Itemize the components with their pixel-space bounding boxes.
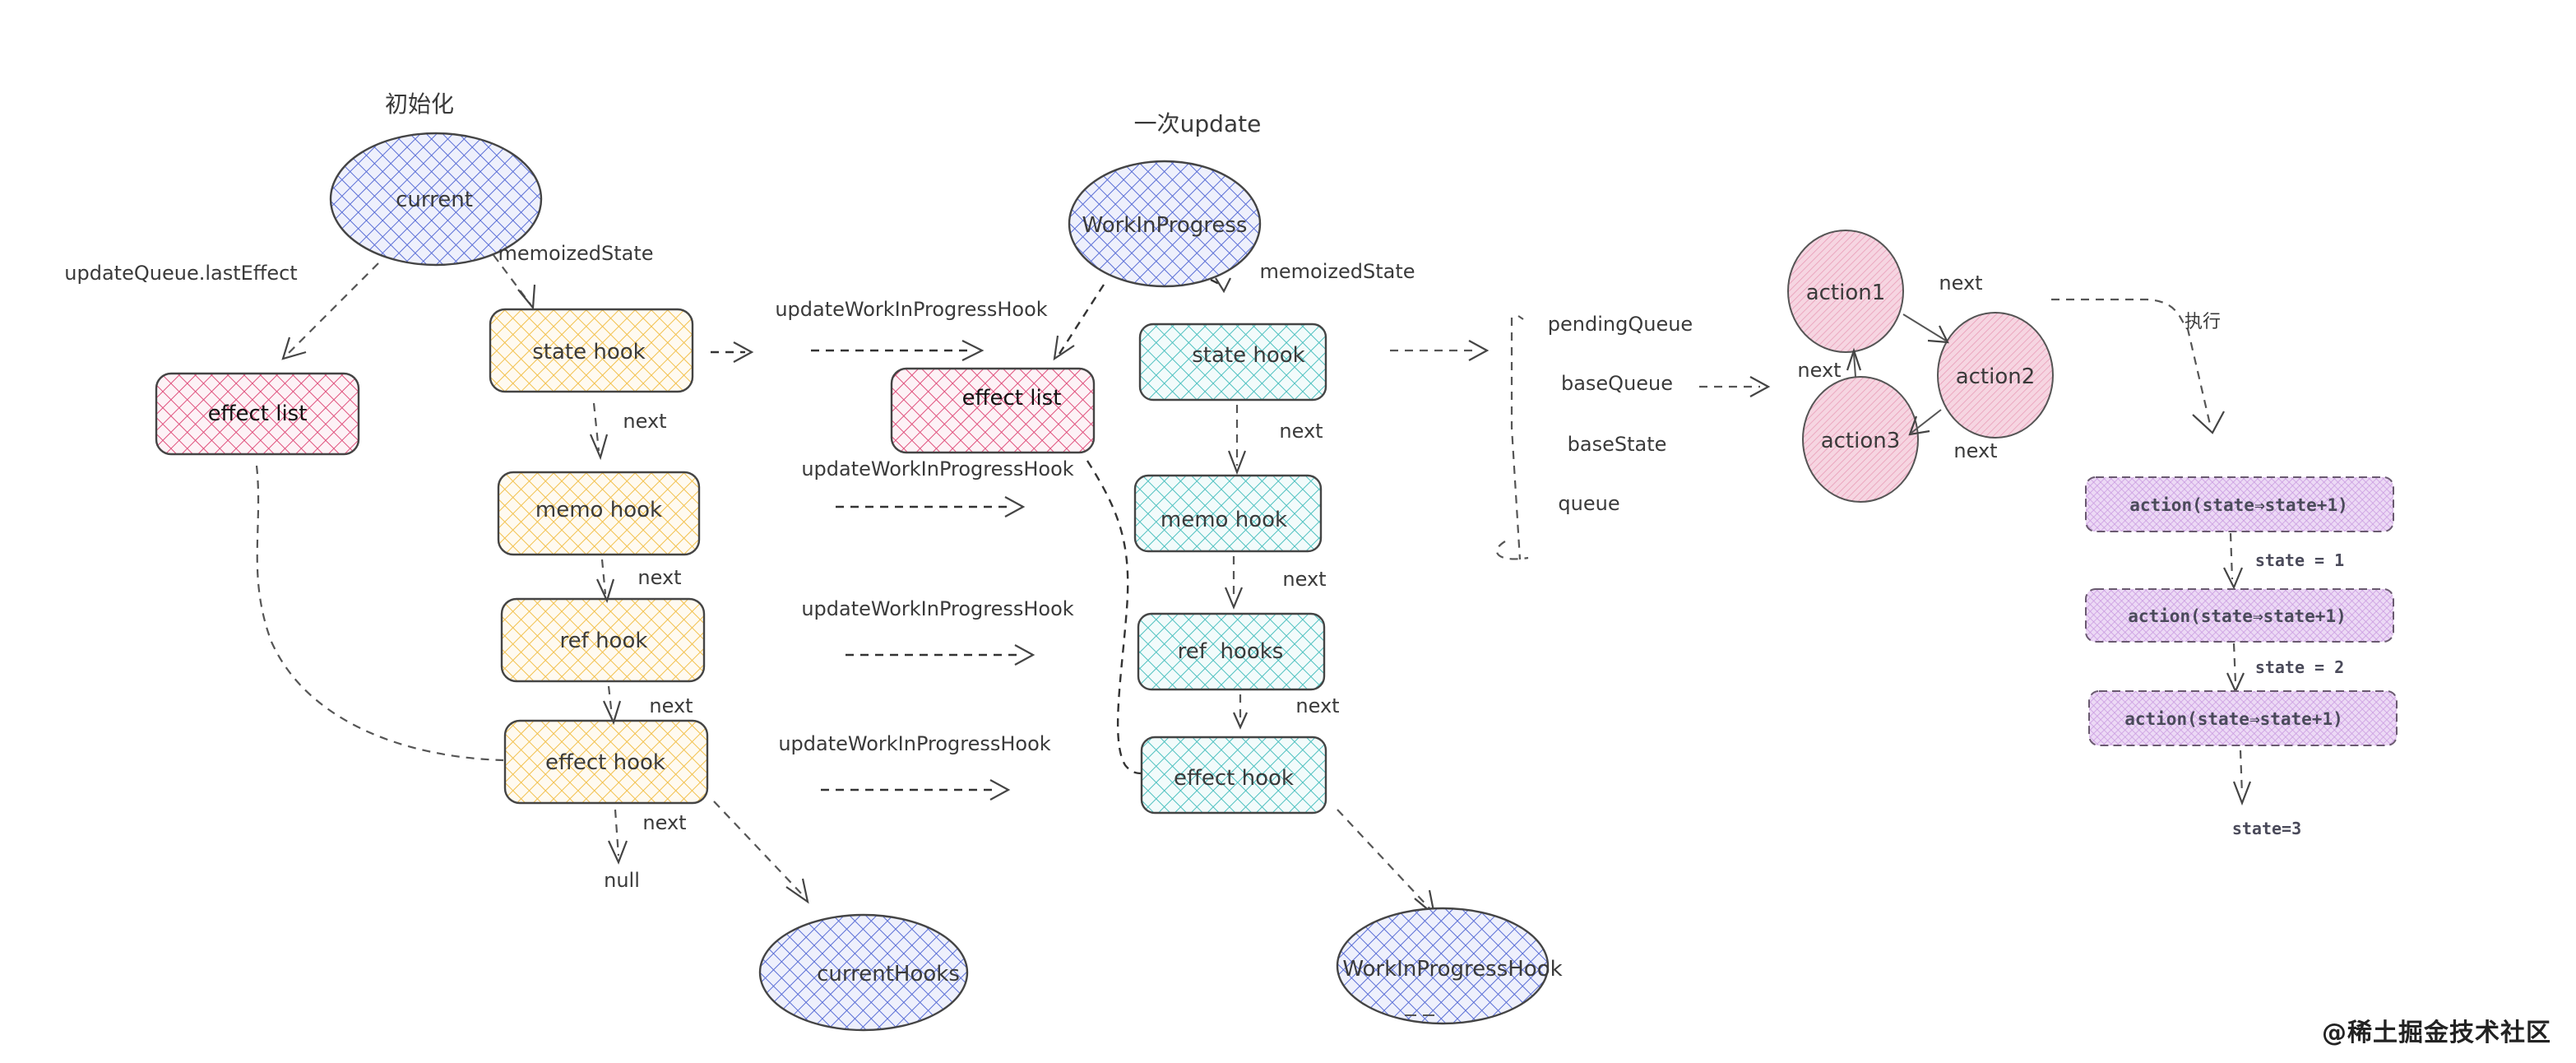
update-memo-hook-label: memo hook (1161, 508, 1287, 532)
init-memo-hook-label: memo hook (535, 498, 662, 522)
step-edge-1 (2229, 532, 2234, 580)
init-next-label-2: next (637, 566, 681, 589)
init-memoized-state-label: memoizedState (498, 242, 654, 265)
update-effect-hook-node: effect hook (1140, 736, 1327, 815)
init-state-hook-label: state hook (532, 340, 645, 364)
work-in-progress-node: WorkInProgress (1068, 160, 1262, 288)
init-effect-list-label: effect list (208, 402, 308, 426)
transfer-label-4: updateWorkInProgressHook (778, 732, 1050, 755)
effect-hook-to-current-hooks-edge (713, 801, 805, 898)
update-section-title: 一次update (1134, 110, 1262, 137)
arrow-head-icon (1215, 277, 1231, 294)
init-next-edge-4 (614, 809, 620, 856)
wip-to-effect-list-edge (1058, 284, 1105, 355)
update-queue-last-effect-label: updateQueue.lastEffect (64, 262, 297, 285)
arrow-head-icon (1053, 335, 1075, 361)
action-next-label-2: next (1953, 439, 1997, 462)
transfer-label-1: updateWorkInProgressHook (775, 298, 1047, 321)
field-pending-queue: pendingQueue (1548, 313, 1693, 336)
step-result-2: state = 2 (2255, 657, 2344, 677)
init-next-label-3: next (649, 694, 693, 717)
current-to-effect-list-edge (287, 262, 379, 355)
current-node-label: current (396, 188, 473, 212)
init-section-title: 初始化 (385, 91, 454, 118)
transfer-label-3: updateWorkInProgressHook (801, 597, 1073, 620)
init-effect-hook-label: effect hook (545, 750, 665, 775)
action-step-3-label: action(state⇒state+1) (2124, 709, 2343, 729)
update-memoized-state-label: memoizedState (1260, 260, 1415, 283)
field-queue: queue (1558, 492, 1619, 515)
init-next-label-1: next (623, 410, 666, 433)
update-ref-hooks-label: ref hooks (1178, 639, 1284, 664)
arrow-head-icon (1004, 496, 1026, 518)
step-result-3: state=3 (2232, 819, 2301, 838)
step-edge-3 (2239, 750, 2244, 796)
action-next-label-1: next (1939, 272, 1982, 295)
current-hooks-node: currentHooks (758, 913, 969, 1032)
null-label: null (604, 869, 640, 892)
field-base-state: baseState (1568, 433, 1667, 456)
watermark: @稀土掘金技术社区 (2322, 1019, 2551, 1047)
action3-label: action3 (1821, 429, 1901, 453)
init-state-hook-node: state hook (489, 308, 694, 393)
step-result-1: state = 1 (2255, 550, 2344, 570)
work-in-progress-label: WorkInProgress (1082, 213, 1248, 238)
arrow-head-icon (589, 434, 609, 461)
effect-hook-to-wip-hook-edge (1337, 809, 1432, 911)
init-effect-list-node: effect list (155, 372, 360, 456)
update-memo-hook-node: memo hook (1133, 474, 1323, 553)
update-effect-list-to-effect-hook-edge (1086, 460, 1142, 775)
bracket-curl (1495, 541, 1529, 560)
hooks-diagram: 初始化 一次update current updateQueue.lastEff… (64, 91, 2398, 1032)
update-state-hook-label: state hook (1192, 343, 1304, 368)
update-next-label-2: next (1282, 568, 1326, 591)
init-ref-hook-node: ref hook (500, 597, 706, 683)
transfer-label-2: updateWorkInProgressHook (801, 457, 1073, 480)
action-step-1-label: action(state⇒state+1) (2129, 495, 2348, 515)
arrow-head-icon (517, 284, 536, 310)
update-effect-list-label: effect list (962, 386, 1062, 411)
step-edge-2 (2232, 643, 2237, 684)
action3-node: action3 (1802, 376, 1919, 503)
field-base-queue: baseQueue (1561, 372, 1673, 395)
update-next-label-3: next (1295, 694, 1339, 717)
action2-label: action2 (1956, 364, 2036, 389)
update-state-hook-node: state hook (1138, 323, 1327, 402)
bracket-tick (1517, 315, 1524, 320)
current-hooks-label: currentHooks (817, 962, 960, 986)
action-next-label-3: next (1797, 359, 1841, 382)
init-memo-hook-node: memo hook (497, 471, 701, 556)
update-effect-list-node: effect list (890, 367, 1096, 454)
update-ref-hooks-node: ref hooks (1137, 612, 1326, 691)
action-step-2: action(state⇒state+1) (2085, 588, 2394, 643)
arrow-head-icon (603, 700, 622, 726)
update-effect-hook-label: effect hook (1174, 766, 1294, 791)
update-next-label-1: next (1279, 420, 1323, 443)
action-step-1: action(state⇒state+1) (2085, 476, 2394, 532)
init-next-label-4: next (642, 811, 686, 834)
action1-label: action1 (1806, 281, 1886, 305)
action1-node: action1 (1787, 230, 1904, 353)
work-in-progress-hook-node: WorkInProgressHook (1336, 907, 1563, 1025)
fields-bracket (1510, 318, 1522, 560)
arrow-head-icon (1014, 644, 1035, 666)
effect-list-to-effect-hook-edge (255, 465, 504, 762)
arrow-head-icon (989, 779, 1011, 801)
init-effect-hook-node: effect hook (503, 719, 709, 805)
init-ref-hook-label: ref hook (560, 629, 648, 653)
action2-node: action2 (1937, 312, 2054, 439)
action-step-3: action(state⇒state+1) (2088, 690, 2398, 746)
work-in-progress-hook-label: WorkInProgressHook (1342, 957, 1562, 982)
execute-label: 执行 (2185, 312, 2221, 332)
action-step-2-label: action(state⇒state+1) (2128, 606, 2347, 626)
